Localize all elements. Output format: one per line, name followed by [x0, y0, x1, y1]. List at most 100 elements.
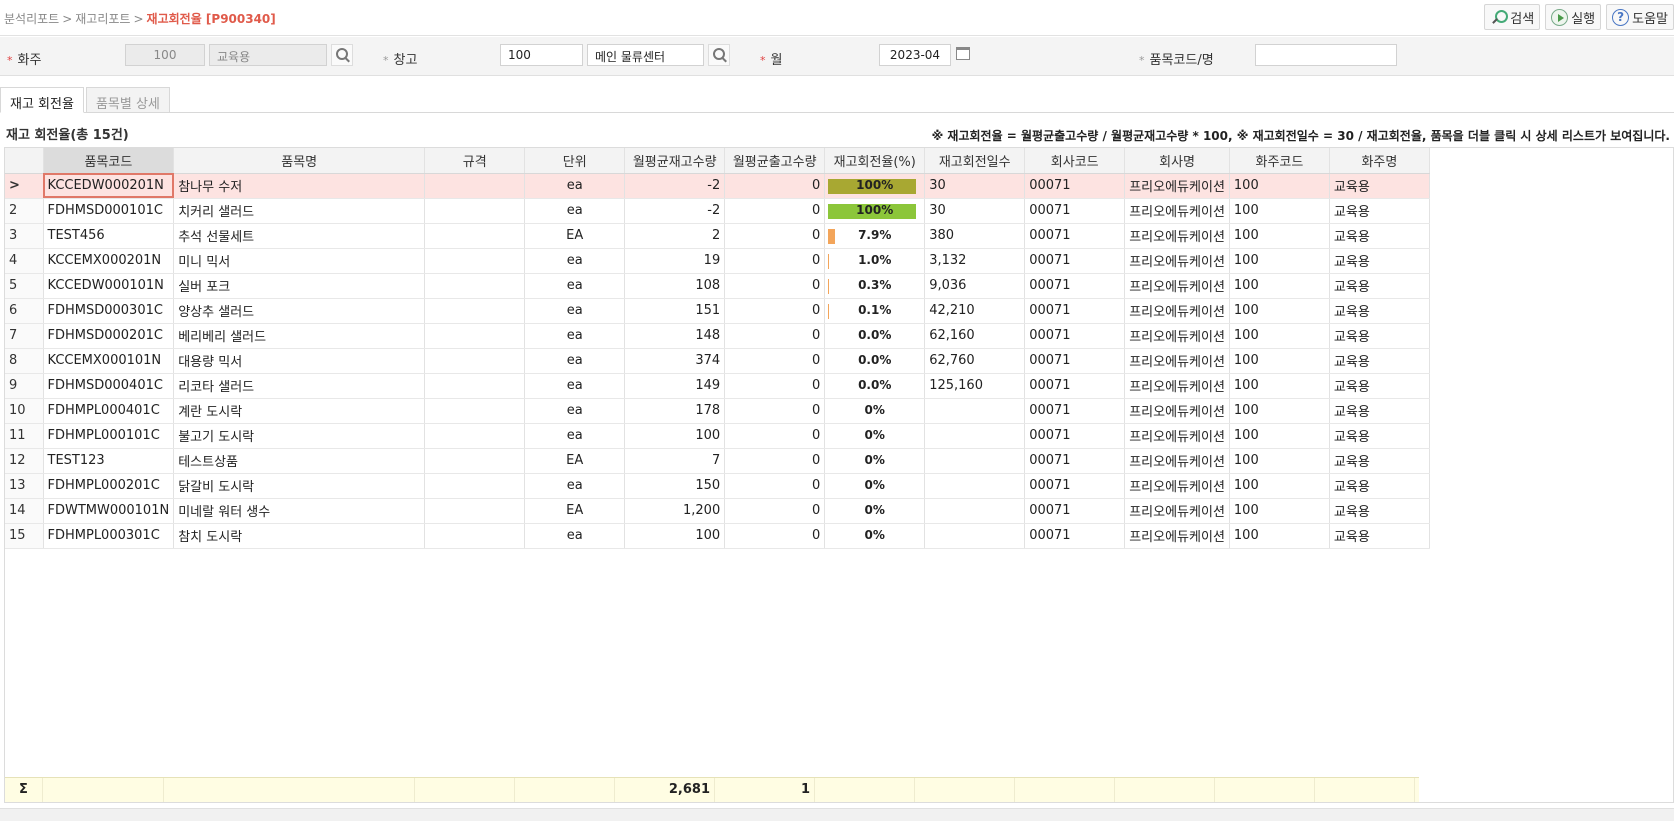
table-row[interactable]: > KCCEDW000201N 참나무 수저 ea -2 0 100% 30 00071 프리오에…: [5, 173, 1430, 199]
item-name-cell: 대용량 믹서: [173, 348, 426, 374]
column-header[interactable]: 재고회전일수: [924, 148, 1026, 174]
owner-code-cell: 100: [1229, 348, 1330, 374]
run-button[interactable]: 실행: [1545, 4, 1602, 30]
owner-search-icon[interactable]: [331, 44, 353, 66]
column-header[interactable]: 회사코드: [1024, 148, 1126, 174]
turnover-rate-value: 0%: [864, 453, 885, 467]
owner-code-field[interactable]: 100: [125, 44, 205, 66]
grid-body: > KCCEDW000201N 참나무 수저 ea -2 0 100% 30 00071 프리오에…: [5, 173, 1430, 549]
row-number-cell: 5: [5, 273, 44, 299]
owner-code-cell: 100: [1229, 173, 1330, 199]
company-code-cell: 00071: [1024, 223, 1126, 249]
column-header[interactable]: 품목명: [173, 148, 426, 174]
owner-name-cell: 교육용: [1329, 498, 1430, 524]
table-row[interactable]: 7 FDHMSD000201C 베리베리 샐러드 ea 148 0 0.0% 62,160 00…: [5, 323, 1430, 349]
owner-name-cell: 교육용: [1329, 173, 1430, 199]
table-row[interactable]: 9 FDHMSD000401C 리코타 샐러드 ea 149 0 0.0% 125,160 00…: [5, 373, 1430, 399]
avg-out-cell: 0: [724, 423, 826, 449]
column-header[interactable]: 품목코드: [43, 148, 175, 174]
table-row[interactable]: 8 KCCEMX000101N 대용량 믹서 ea 374 0 0.0% 62,760 0007…: [5, 348, 1430, 374]
item-code-field[interactable]: [1255, 44, 1397, 66]
unit-cell: EA: [524, 498, 626, 524]
month-label: * 월: [760, 53, 783, 68]
company-code-cell: 00071: [1024, 448, 1126, 474]
turnover-rate-value: 0.3%: [858, 278, 892, 292]
summary-cell: [915, 778, 1015, 802]
turnover-days-cell: [924, 523, 1026, 549]
selected-row-marker: >: [5, 173, 44, 199]
avg-stock-cell: 151: [624, 298, 726, 324]
turnover-days-cell: 380: [924, 223, 1026, 249]
table-row[interactable]: 14 FDWTMW000101N 미네랄 워터 생수 EA 1,200 0 0% 00071 프…: [5, 498, 1430, 524]
owner-name-cell: 교육용: [1329, 348, 1430, 374]
item-name-cell: 닭갈비 도시락: [173, 473, 426, 499]
sigma-icon: Σ: [5, 778, 43, 802]
column-header[interactable]: 화주명: [1329, 148, 1430, 174]
search-button[interactable]: 검색: [1484, 4, 1541, 30]
avg-out-cell: 0: [724, 223, 826, 249]
table-row[interactable]: 12 TEST123 테스트상품 EA 7 0 0% 00071 프리오에듀케이션 100 교육용: [5, 448, 1430, 474]
row-number-cell: 4: [5, 248, 44, 274]
column-header[interactable]: 규격: [424, 148, 526, 174]
turnover-rate-cell: 1.0%: [824, 248, 926, 274]
help-button[interactable]: ? 도움말: [1606, 4, 1674, 30]
avg-out-cell: 0: [724, 298, 826, 324]
row-number-cell: 7: [5, 323, 44, 349]
column-header[interactable]: 재고회전율(%): [824, 148, 926, 174]
warehouse-name-field[interactable]: 메인 물류센터: [587, 44, 704, 66]
unit-cell: ea: [524, 198, 626, 224]
avg-stock-cell: 19: [624, 248, 726, 274]
table-row[interactable]: 3 TEST456 추석 선물세트 EA 2 0 7.9% 380 00071 프리오에듀케이션 1…: [5, 223, 1430, 249]
spec-cell: [424, 198, 526, 224]
table-row[interactable]: 15 FDHMPL000301C 참치 도시락 ea 100 0 0% 00071 프리오에듀케…: [5, 523, 1430, 549]
table-row[interactable]: 6 FDHMSD000301C 양상추 샐러드 ea 151 0 0.1% 42,210 000…: [5, 298, 1430, 324]
unit-cell: ea: [524, 298, 626, 324]
table-row[interactable]: 10 FDHMPL000401C 계란 도시락 ea 178 0 0% 00071 프리오에듀케…: [5, 398, 1430, 424]
data-grid[interactable]: 품목코드 품목명 규격 단위 월평균재고수량 월평균출고수량 재고회전율(%) …: [4, 147, 1674, 803]
status-bar: [0, 808, 1674, 821]
owner-name-field[interactable]: 교육용: [209, 44, 327, 66]
item-code-cell: FDHMPL000401C: [43, 398, 175, 424]
grid-header-row: 품목코드 품목명 규격 단위 월평균재고수량 월평균출고수량 재고회전율(%) …: [5, 148, 1430, 174]
turnover-rate-cell: 0.0%: [824, 323, 926, 349]
turnover-rate-cell: 0.0%: [824, 373, 926, 399]
tab-turnover-rate[interactable]: 재고 회전율: [0, 87, 84, 113]
company-name-cell: 프리오에듀케이션: [1124, 348, 1230, 374]
warehouse-search-icon[interactable]: [708, 44, 730, 66]
month-field[interactable]: 2023-04: [879, 44, 951, 66]
turnover-days-cell: 42,210: [924, 298, 1026, 324]
tab-item-detail[interactable]: 품목별 상세: [85, 87, 170, 113]
turnover-rate-bar: [828, 303, 830, 319]
avg-stock-cell: 149: [624, 373, 726, 399]
turnover-days-cell: [924, 398, 1026, 424]
item-code-cell: TEST456: [43, 223, 175, 249]
table-row[interactable]: 2 FDHMSD000101C 치커리 샐러드 ea -2 0 100% 30 00071 프리오…: [5, 198, 1430, 224]
turnover-rate-cell: 0.0%: [824, 348, 926, 374]
item-code-cell: TEST123: [43, 448, 175, 474]
required-marker: *: [760, 54, 766, 67]
company-name-cell: 프리오에듀케이션: [1124, 498, 1230, 524]
breadcrumb-item[interactable]: 재고리포트: [75, 12, 130, 26]
column-header[interactable]: 월평균출고수량: [724, 148, 826, 174]
table-row[interactable]: 13 FDHMPL000201C 닭갈비 도시락 ea 150 0 0% 00071 프리오에듀…: [5, 473, 1430, 499]
calendar-icon[interactable]: [956, 47, 970, 60]
column-header[interactable]: 단위: [524, 148, 626, 174]
unit-cell: ea: [524, 348, 626, 374]
column-header[interactable]: 화주코드: [1229, 148, 1330, 174]
company-name-cell: 프리오에듀케이션: [1124, 473, 1230, 499]
warehouse-code-field[interactable]: 100: [500, 44, 583, 66]
optional-marker: *: [1139, 54, 1145, 67]
table-row[interactable]: 4 KCCEMX000201N 미니 믹서 ea 19 0 1.0% 3,132 00071 프리…: [5, 248, 1430, 274]
column-header[interactable]: 회사명: [1124, 148, 1230, 174]
column-header[interactable]: 월평균재고수량: [624, 148, 726, 174]
table-row[interactable]: 11 FDHMPL000101C 불고기 도시락 ea 100 0 0% 00071 프리오에듀…: [5, 423, 1430, 449]
turnover-rate-cell: 7.9%: [824, 223, 926, 249]
turnover-days-cell: [924, 423, 1026, 449]
row-number-cell: 10: [5, 398, 44, 424]
avg-out-cell: 0: [724, 373, 826, 399]
grid-title: 재고 회전율(총 15건): [6, 128, 129, 143]
row-number-cell: 8: [5, 348, 44, 374]
breadcrumb-item[interactable]: 분석리포트: [4, 12, 59, 26]
table-row[interactable]: 5 KCCEDW000101N 실버 포크 ea 108 0 0.3% 9,036 00071 프…: [5, 273, 1430, 299]
item-code-cell: FDHMPL000201C: [43, 473, 175, 499]
